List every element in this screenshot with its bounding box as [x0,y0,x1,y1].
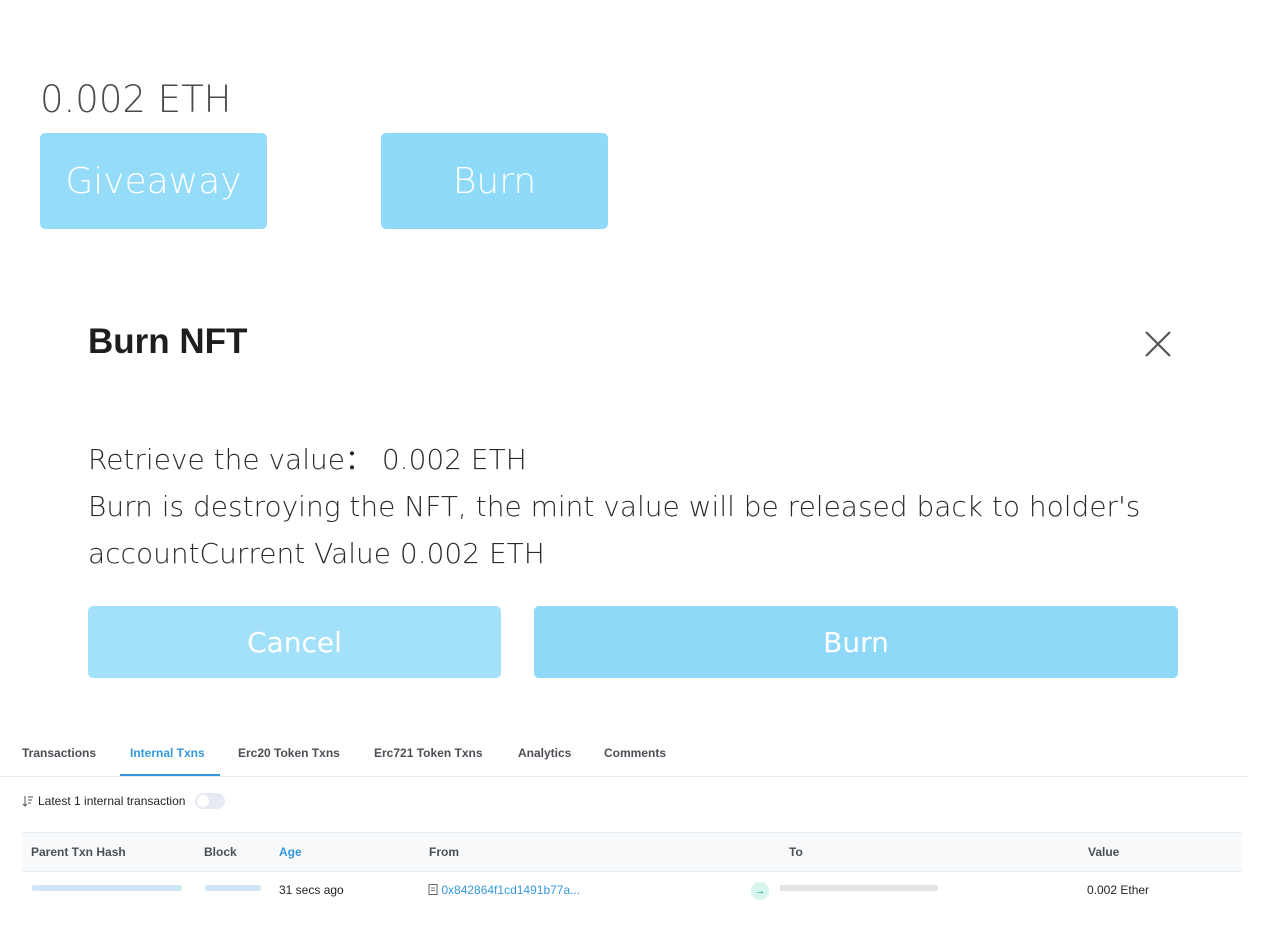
tab-comments[interactable]: Comments [604,746,666,760]
value-cell: 0.002 Ether [1087,883,1150,897]
column-parent-txn-hash: Parent Txn Hash [31,845,126,859]
column-from: From [429,845,459,859]
tab-bar: Transactions Internal Txns Erc20 Token T… [0,738,1248,777]
cancel-button[interactable]: Cancel [88,606,501,678]
tab-internal-txns[interactable]: Internal Txns [130,746,205,760]
modal-body: Retrieve the value： 0.002 ETH Burn is de… [88,436,1188,577]
block-blurred[interactable] [205,885,261,891]
age-cell: 31 secs ago [279,883,344,897]
column-value: Value [1088,845,1120,859]
retrieve-value-text: Retrieve the value： 0.002 ETH [88,443,527,476]
tab-erc721-token-txns[interactable]: Erc721 Token Txns [374,746,483,760]
tab-erc20-token-txns[interactable]: Erc20 Token Txns [238,746,340,760]
column-to: To [789,845,803,859]
arrow-right-icon: → [751,882,769,900]
active-tab-indicator [120,774,220,776]
to-address-blurred[interactable] [780,885,938,891]
modal-title: Burn NFT [88,322,248,361]
parent-txn-hash-blurred[interactable] [32,885,182,891]
table-header: Parent Txn Hash Block Age From To Value [22,832,1242,872]
burn-button[interactable]: Burn [381,133,608,229]
contract-icon [428,884,438,895]
confirm-burn-button[interactable]: Burn [534,606,1178,678]
close-icon[interactable] [1142,328,1174,360]
tab-analytics[interactable]: Analytics [518,746,571,760]
column-age[interactable]: Age [279,845,302,859]
from-cell: 0x842864f1cd1491b77a... [428,883,580,897]
column-block: Block [204,845,237,859]
latest-transactions-bar: Latest 1 internal transaction [22,793,226,809]
latest-transactions-text: Latest 1 internal transaction [38,794,186,808]
current-value-text: accountCurrent Value 0.002 ETH [88,537,545,570]
from-address-link[interactable]: 0x842864f1cd1491b77a... [441,883,580,897]
balance-label: 0.002 ETH [40,78,232,121]
sort-icon[interactable] [22,795,34,807]
giveaway-button[interactable]: Giveaway [40,133,267,229]
tab-transactions[interactable]: Transactions [22,746,96,760]
burn-description-text: Burn is destroying the NFT, the mint val… [88,490,1141,523]
toggle-switch[interactable] [195,793,226,809]
